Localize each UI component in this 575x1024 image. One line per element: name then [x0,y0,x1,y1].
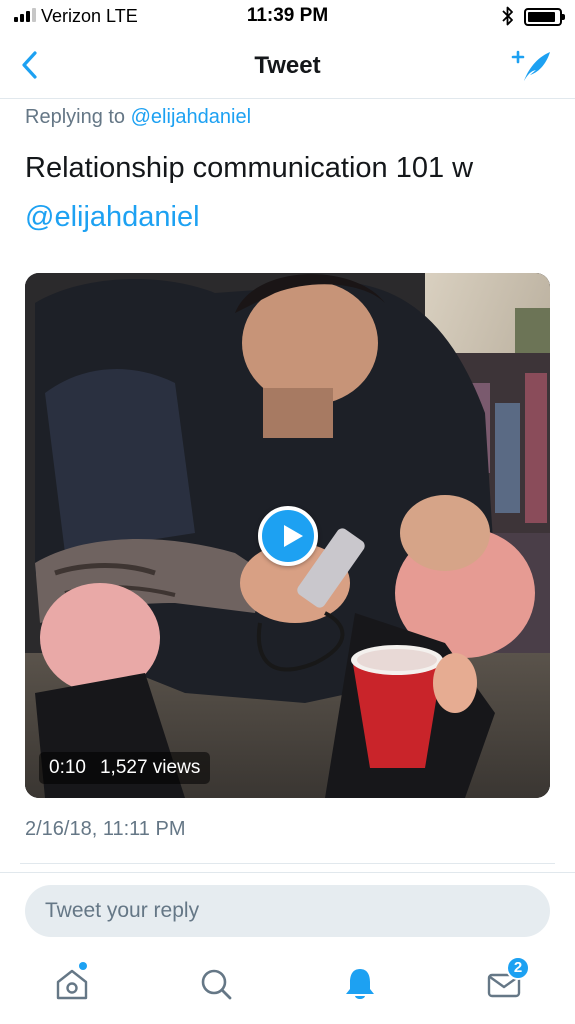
tab-search[interactable] [196,964,236,1004]
page-title: Tweet [254,52,321,79]
tweet-body: Relationship communication 101 w [25,152,474,184]
reply-bar [0,872,575,948]
status-time: 11:39 PM [246,5,329,26]
reply-input[interactable] [25,885,550,937]
back-button[interactable] [16,48,46,82]
compose-tweet-icon [511,50,550,81]
home-notification-dot [79,962,87,970]
video-meta-overlay: 0:10 1,527 views [39,752,211,784]
home-icon [56,969,88,1000]
tab-home[interactable] [52,962,92,1004]
video-views: 1,527 views [99,757,201,778]
bell-icon [346,969,374,999]
replying-handle-link[interactable]: @elijahdaniel [131,106,251,128]
mention-link[interactable]: @elijahdaniel [25,201,200,233]
battery-icon [524,8,565,26]
messages-badge: 2 [506,956,530,980]
divider [20,863,555,864]
tweet-timestamp: 2/16/18, 11:11 PM [25,818,186,840]
status-bar: Verizon LTE 11:39 PM [0,0,575,34]
compose-tweet-button[interactable] [510,48,554,84]
tab-bar: 2 [0,948,575,1024]
tweet-text: Relationship communication 101 w @elijah… [25,144,555,242]
tab-notifications[interactable] [340,964,380,1004]
play-button[interactable] [258,506,318,566]
bluetooth-icon [502,6,513,26]
search-icon [201,969,232,1000]
replying-to: Replying to @elijahdaniel [25,106,251,129]
tab-messages[interactable]: 2 [484,956,530,1004]
replying-prefix: Replying to [25,106,131,128]
chevron-left-icon [22,51,37,79]
video-duration: 0:10 [49,757,86,778]
video-player[interactable]: 0:10 1,527 views [25,273,550,798]
nav-bar: Tweet [0,34,575,99]
